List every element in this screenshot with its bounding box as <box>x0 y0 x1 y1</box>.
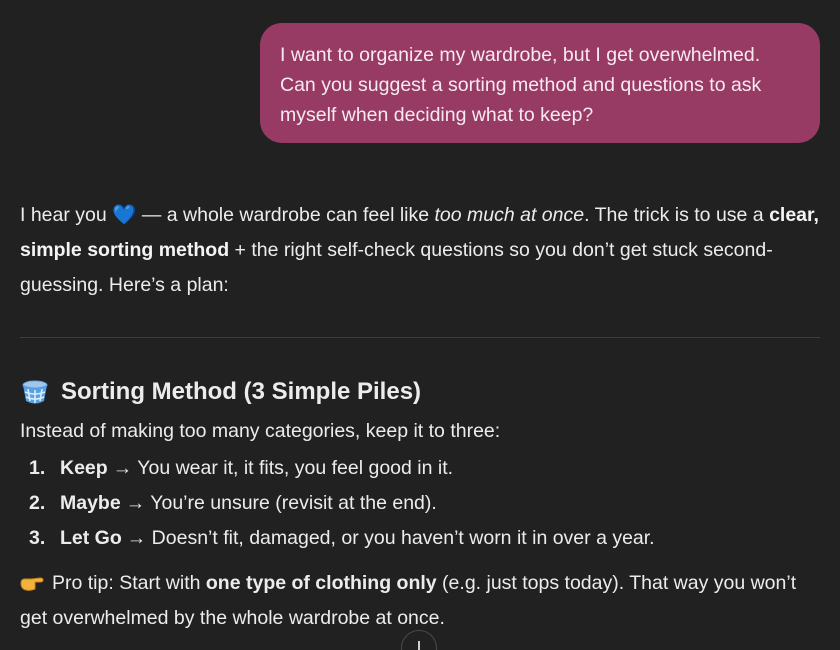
list-item-number: 2. <box>29 492 46 514</box>
intro-text: . The trick is to use a <box>584 204 770 226</box>
list-item-number: 3. <box>29 527 46 549</box>
section-heading: Sorting Method (3 Simple Piles) <box>20 374 820 410</box>
list-item-term: Let Go <box>60 527 122 549</box>
chat-page: I want to organize my wardrobe, but I ge… <box>0 0 840 650</box>
list-item-text: → Doesn’t fit, damaged, or you haven’t w… <box>126 527 655 549</box>
tip-bold-text: one type of clothing only <box>205 572 437 594</box>
sorting-steps-list: 1. Keep → You wear it, it fits, you feel … <box>20 451 820 556</box>
assistant-message: I hear you 💙 — a whole wardrobe can feel… <box>20 198 820 650</box>
section-divider <box>20 337 820 338</box>
list-item-term: Keep <box>60 457 108 479</box>
pointing-hand-icon <box>20 577 44 591</box>
blue-heart-emoji: 💙 <box>112 204 137 226</box>
list-item: 2. Maybe → You’re unsure (revisit at the … <box>20 486 820 521</box>
intro-text: — a whole wardrobe can feel like <box>136 204 435 226</box>
intro-text: I hear you <box>20 204 113 226</box>
list-item-text: → You’re unsure (revisit at the end). <box>125 492 437 514</box>
list-item-term: Maybe <box>60 492 121 514</box>
assistant-intro: I hear you 💙 — a whole wardrobe can feel… <box>20 198 820 303</box>
list-item-number: 1. <box>29 457 46 479</box>
user-message-line: myself when deciding what to keep? <box>280 104 594 126</box>
list-item: 1. Keep → You wear it, it fits, you feel … <box>20 451 820 486</box>
user-message-line: I want to organize my wardrobe, but I ge… <box>280 44 761 66</box>
arrow-down-icon <box>418 641 420 650</box>
section-heading-text: Sorting Method (3 Simple Piles) <box>61 378 422 405</box>
pro-tip: Pro tip: Start with one type of clothing… <box>20 566 820 636</box>
basket-icon <box>22 380 48 404</box>
list-item-text: → You wear it, it fits, you feel good in… <box>112 457 454 479</box>
tip-text: Pro tip: Start with <box>52 572 206 594</box>
list-item: 3. Let Go → Doesn’t fit, damaged, or you … <box>20 521 820 556</box>
intro-italic-text: too much at once <box>434 204 585 226</box>
user-message-line: Can you suggest a sorting method and que… <box>280 74 762 96</box>
user-message-bubble: I want to organize my wardrobe, but I ge… <box>260 23 820 143</box>
section-intro: Instead of making too many categories, k… <box>20 420 501 442</box>
